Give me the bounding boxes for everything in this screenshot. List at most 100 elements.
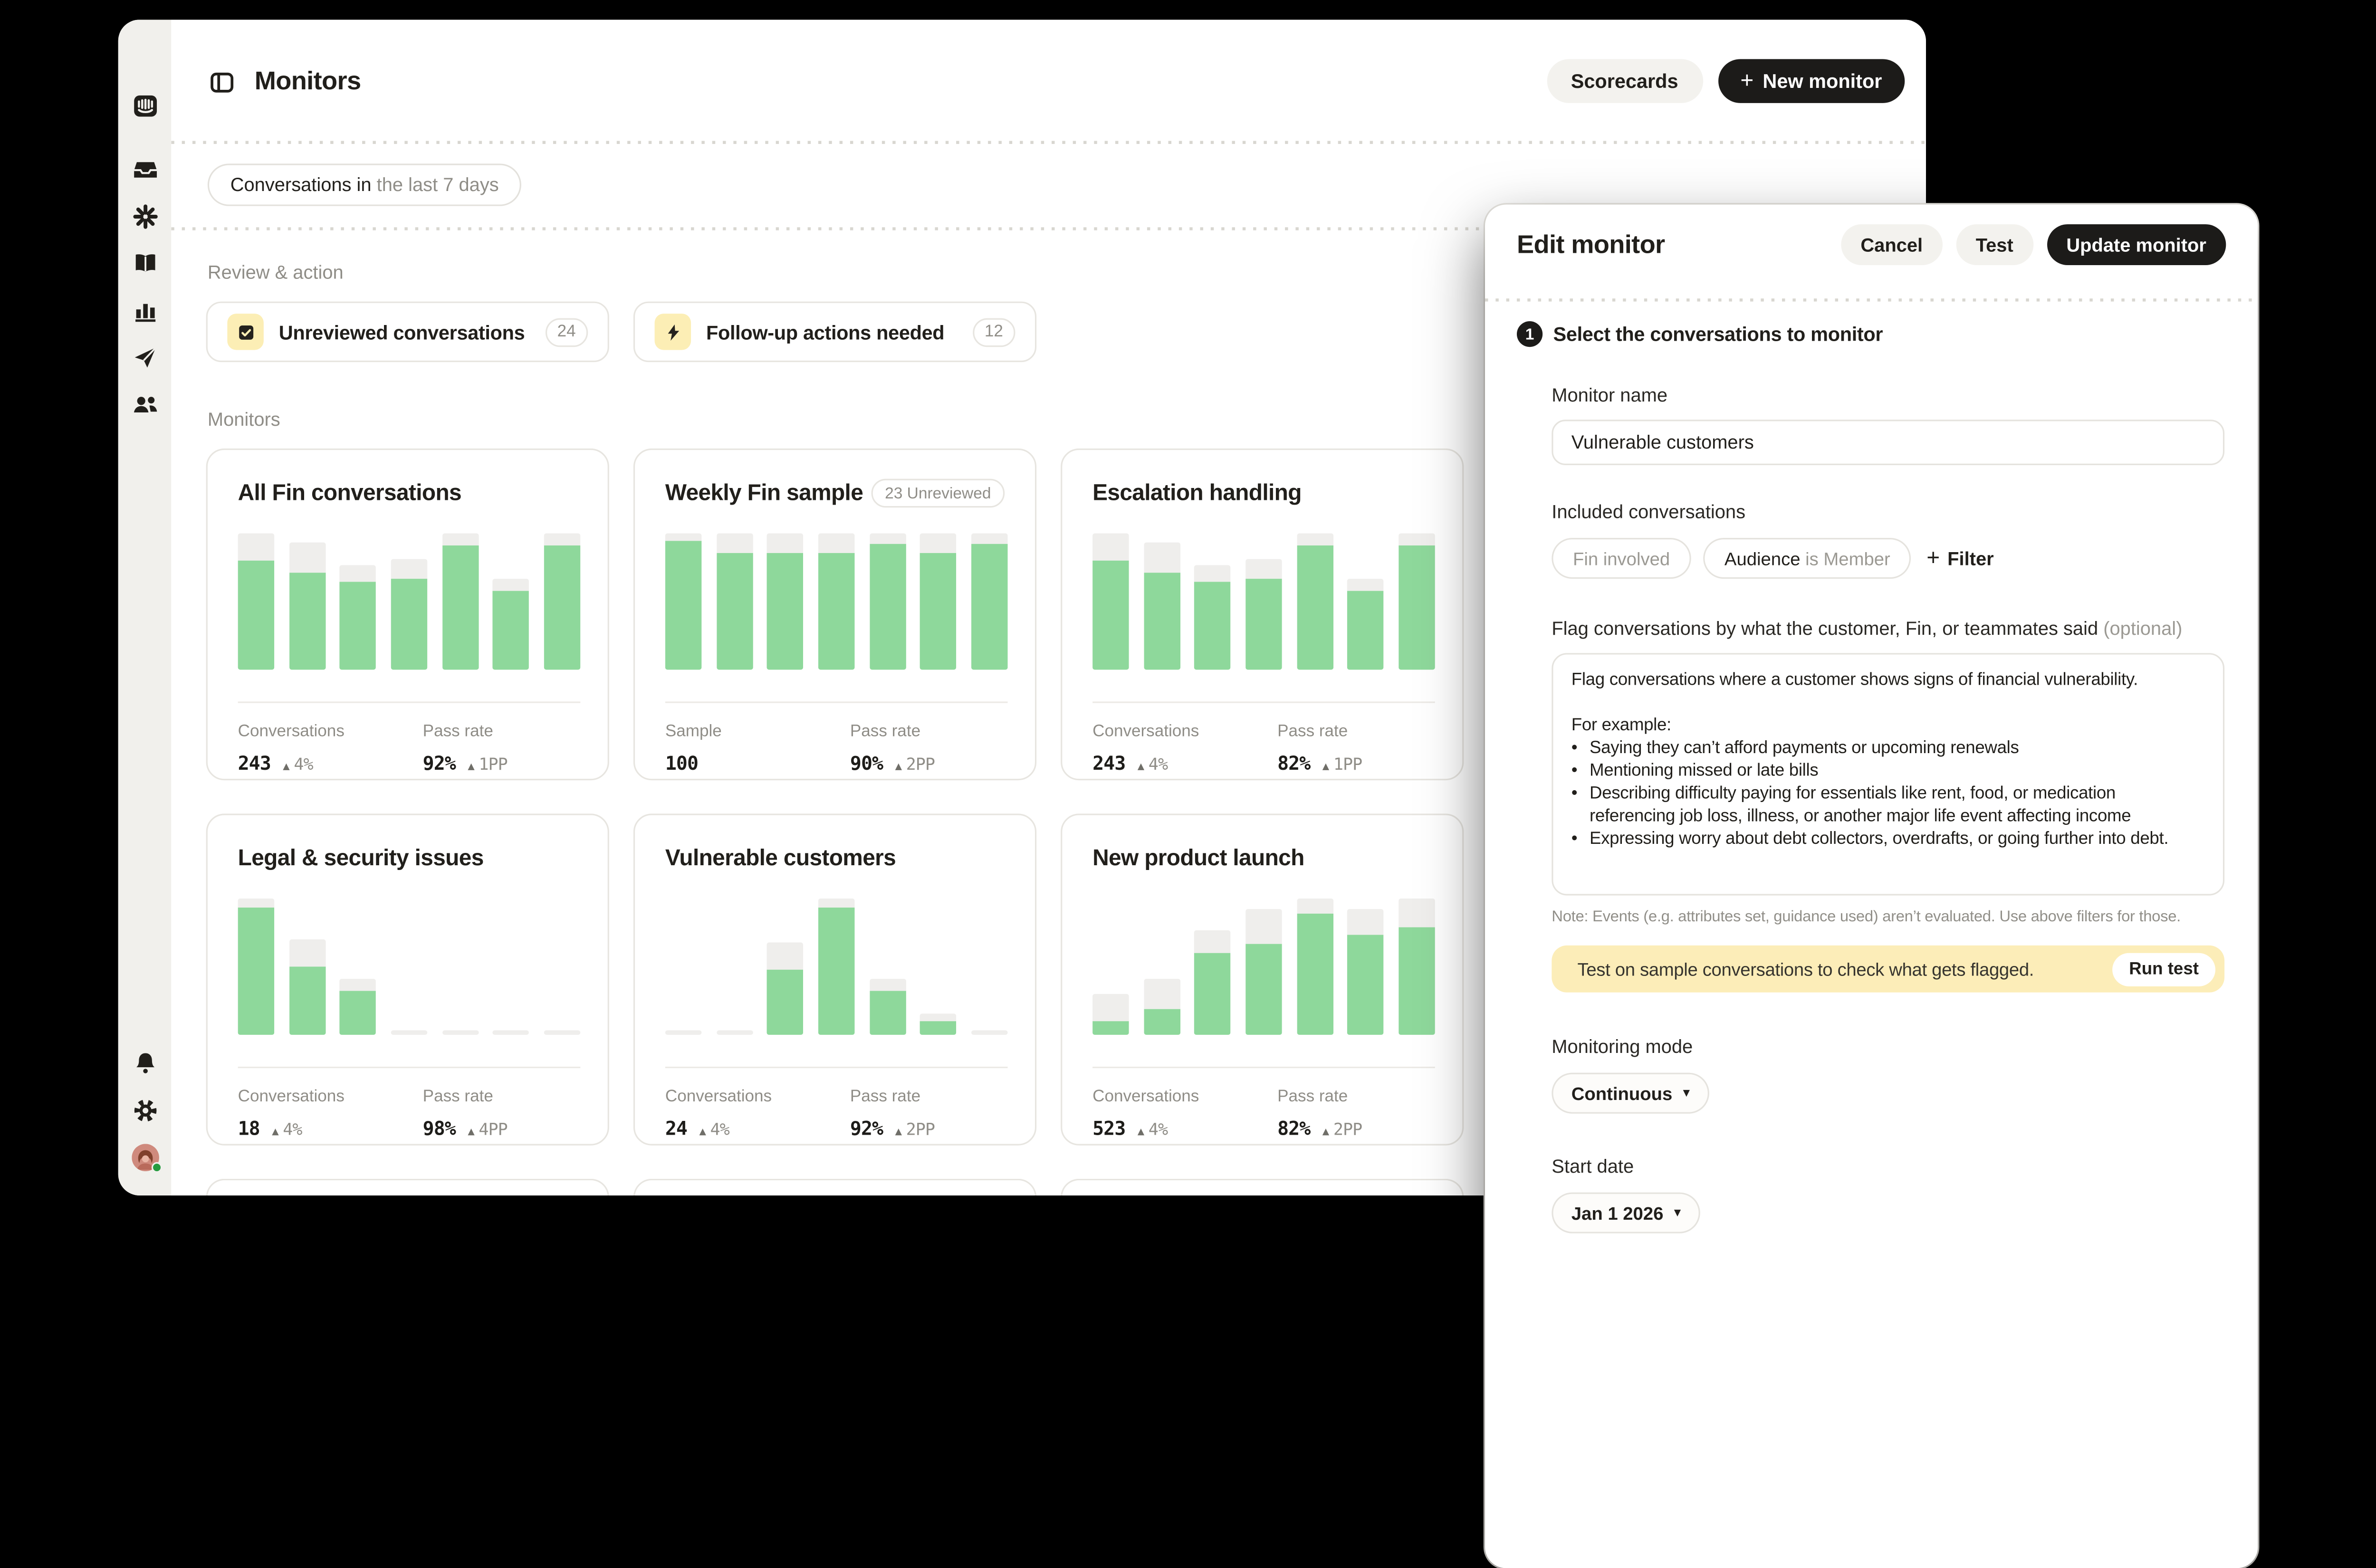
stat-value: 90% (850, 752, 883, 774)
notifications-icon[interactable] (131, 1050, 158, 1077)
stat-delta: ▲2PP (895, 755, 935, 774)
up-triangle-icon: ▲ (699, 1124, 705, 1138)
flag-examples-heading: For example: (1571, 715, 2205, 738)
up-triangle-icon: ▲ (283, 759, 289, 773)
stat-value: 82% (1277, 1117, 1310, 1139)
stat-label: Conversations (1092, 723, 1247, 741)
stat-value: 243 (1092, 752, 1125, 774)
knowledge-icon[interactable] (131, 250, 158, 277)
cancel-button[interactable]: Cancel (1841, 224, 1943, 265)
up-triangle-icon: ▲ (1322, 759, 1329, 773)
test-button[interactable]: Test (1956, 224, 2033, 265)
bar (340, 979, 376, 1035)
unreviewed-conversations-card[interactable]: Unreviewed conversations 24 (206, 302, 609, 363)
monitor-card[interactable]: All Fin conversationsConversations243▲4%… (206, 449, 609, 780)
reports-icon[interactable] (131, 297, 158, 324)
add-filter-button[interactable]: +Filter (1924, 547, 1997, 570)
bullet-text: Expressing worry about debt collectors, … (1590, 829, 2168, 851)
sidebar (118, 19, 172, 1195)
monitors-section-label: Monitors (208, 409, 280, 430)
inbox-icon[interactable] (131, 156, 158, 183)
stat-delta: ▲4% (1138, 1120, 1168, 1139)
run-test-button[interactable]: Run test (2112, 952, 2215, 985)
monitor-card-partial[interactable] (1061, 1179, 1464, 1195)
monitor-card-title: Vulnerable customers (665, 845, 896, 872)
bar (920, 533, 957, 669)
monitor-card[interactable]: Weekly Fin sample23 UnreviewedSample100P… (633, 449, 1036, 780)
stat-value: 18 (238, 1117, 260, 1139)
card-divider (665, 701, 1008, 703)
filter-chip[interactable]: Fin involved (1552, 538, 1691, 579)
bar (1092, 533, 1129, 669)
stat-delta: ▲4% (1138, 755, 1168, 774)
blank-line (1571, 692, 2205, 715)
bar (716, 1031, 753, 1035)
bullet-dot: • (1571, 784, 1590, 829)
page-header: Monitors Scorecards +New monitor (171, 19, 1926, 141)
stat-label: Sample (665, 723, 820, 741)
stat-label: Pass rate (423, 1088, 508, 1106)
filter-chip[interactable]: Audience is Member (1703, 538, 1911, 579)
card-divider (238, 1067, 581, 1068)
monitor-card-partial[interactable] (633, 1179, 1036, 1195)
intercom-logo-icon[interactable] (131, 93, 158, 120)
conversations-filter-pill[interactable]: Conversations in the last 7 days (208, 163, 522, 206)
bar (1143, 543, 1180, 670)
optional-hint: (optional) (2103, 618, 2182, 640)
stat-delta: ▲4% (699, 1120, 729, 1139)
flag-bullet: •Mentioning missed or late bills (1571, 761, 2205, 784)
bar (971, 533, 1008, 669)
monitor-card[interactable]: Escalation handlingConversations243▲4%Pa… (1061, 449, 1464, 780)
bar (1296, 899, 1333, 1035)
stat-delta: ▲4% (283, 755, 313, 774)
stat: Pass rate 90% ▲2PP (850, 723, 935, 774)
bar (238, 533, 275, 669)
bar (391, 1031, 428, 1035)
monitoring-mode-label: Monitoring mode (1552, 1036, 2224, 1058)
online-status-dot (151, 1162, 161, 1173)
monitor-card[interactable]: Vulnerable customersConversations24▲4%Pa… (633, 813, 1036, 1145)
stat: Conversations24▲4% (665, 1088, 820, 1139)
stat: Pass rate98%▲4PP (423, 1088, 508, 1139)
stat-delta: ▲2PP (1322, 1120, 1362, 1139)
monitoring-mode-dropdown[interactable]: Continuous▾ (1552, 1073, 1709, 1114)
bar (238, 899, 275, 1035)
bar (1348, 578, 1384, 669)
pass-rate-bar-chart (238, 533, 581, 669)
collapse-sidebar-icon[interactable] (208, 68, 235, 95)
bullet-dot: • (1571, 761, 1590, 784)
monitor-name-input[interactable] (1552, 420, 2224, 465)
stat-label: Conversations (238, 1088, 393, 1106)
update-monitor-button[interactable]: Update monitor (2047, 224, 2226, 265)
settings-icon[interactable] (131, 1097, 158, 1124)
scorecards-button[interactable]: Scorecards (1547, 59, 1703, 103)
bullet-dot: • (1571, 829, 1590, 851)
stat-value: 523 (1092, 1117, 1125, 1139)
action-card-label: Follow-up actions needed (706, 320, 958, 343)
follow-up-actions-card[interactable]: Follow-up actions needed 12 (633, 302, 1036, 363)
contacts-icon[interactable] (131, 391, 158, 418)
flag-description-textarea[interactable]: Flag conversations where a customer show… (1552, 653, 2224, 895)
edit-panel-header: Edit monitor Cancel Test Update monitor (1485, 204, 2258, 298)
monitor-card-title: New product launch (1092, 845, 1304, 872)
outbound-icon[interactable] (131, 344, 158, 371)
new-monitor-button[interactable]: +New monitor (1717, 59, 1905, 103)
events-note: Note: Events (e.g. attributes set, guida… (1552, 909, 2224, 926)
bullet-text: Describing difficulty paying for essenti… (1590, 784, 2205, 829)
monitor-card[interactable]: Legal & security issuesConversations18▲4… (206, 813, 609, 1145)
monitor-card-partial[interactable] (206, 1179, 609, 1195)
included-filters-row: Fin involved Audience is Member +Filter (1552, 538, 2224, 579)
start-date-dropdown[interactable]: Jan 1 2026▾ (1552, 1193, 1700, 1233)
stat-label: Pass rate (850, 723, 935, 741)
fin-ai-icon[interactable] (131, 203, 158, 230)
lightning-bolt-icon (655, 314, 691, 350)
monitor-card[interactable]: New product launchConversations523▲4%Pas… (1061, 813, 1464, 1145)
user-avatar[interactable] (131, 1144, 158, 1171)
bar (442, 1031, 479, 1035)
bar (391, 559, 428, 669)
page-title: Monitors (255, 67, 361, 97)
bar (544, 533, 581, 669)
flag-intro-line: Flag conversations where a customer show… (1571, 669, 2205, 692)
stat-value: 82% (1277, 752, 1310, 774)
bar (1245, 909, 1282, 1035)
